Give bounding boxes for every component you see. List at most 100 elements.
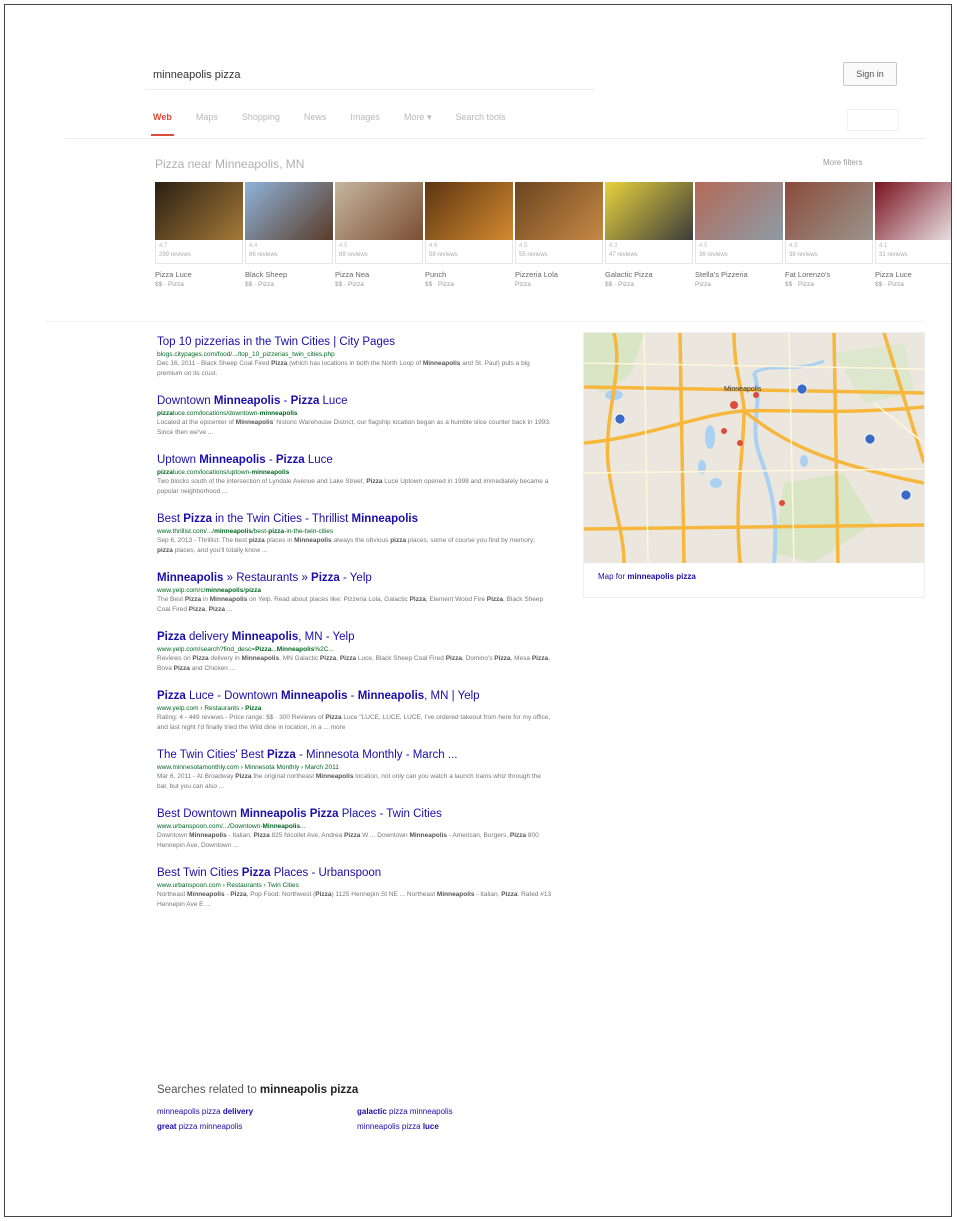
tab-web[interactable]: Web <box>151 112 174 136</box>
result-title-link[interactable]: Minneapolis » Restaurants » Pizza - Yelp <box>157 571 552 586</box>
search-input[interactable]: minneapolis pizza <box>153 69 240 81</box>
result-title-link[interactable]: Pizza delivery Minneapolis, MN - Yelp <box>157 630 552 645</box>
place-rating: 4.5 55 reviews <box>515 240 603 264</box>
place-card[interactable]: 4.4 86 reviews Black Sheep $$ · Pizza <box>245 182 333 288</box>
more-filters-link[interactable]: More filters <box>823 158 863 167</box>
settings-button[interactable] <box>847 109 899 131</box>
result-snippet: Downtown Minneapolis - Italian, Pizza 82… <box>157 832 539 849</box>
place-rating: 4.6 58 reviews <box>425 240 513 264</box>
result-url[interactable]: www.yelp.com/c/minneapolis/pizza <box>157 586 552 595</box>
tabs-divider <box>65 138 925 139</box>
place-card[interactable]: 4.5 55 reviews Pizzeria Lola Pizza <box>515 182 603 288</box>
place-review-count: 86 reviews <box>249 252 278 258</box>
place-category: $$ · Pizza <box>245 281 274 288</box>
related-searches-heading: Searches related to minneapolis pizza <box>157 1084 359 1096</box>
place-card[interactable]: 4.7 299 reviews Pizza Luce $$ · Pizza <box>155 182 243 288</box>
place-category: Pizza <box>515 281 531 288</box>
tab-images[interactable]: Images <box>350 112 380 123</box>
place-card[interactable]: 4.5 89 reviews Pizza Nea $$ · Pizza <box>335 182 423 288</box>
place-name[interactable]: Pizza Nea <box>335 270 423 279</box>
place-review-count: 299 reviews <box>159 252 192 258</box>
search-result: Downtown Minneapolis - Pizza Luce pizzalu… <box>157 394 552 438</box>
place-category: $$ · Pizza <box>335 281 364 288</box>
place-category: $$ · Pizza <box>785 281 814 288</box>
places-heading: Pizza near Minneapolis, MN <box>155 157 305 171</box>
result-url[interactable]: www.minnesotamonthly.com › Minnesota Mon… <box>157 763 552 772</box>
local-carousel: 4.7 299 reviews Pizza Luce $$ · Pizza 4.4 86 … <box>155 182 951 288</box>
result-snippet: Located at the epicenter of Minneapolis'… <box>157 419 551 436</box>
map-panel[interactable]: Minneapolis Map for minneapolis pizza <box>583 332 925 598</box>
search-box[interactable]: minneapolis pizza <box>145 63 595 90</box>
result-url[interactable]: pizzaluce.com/locations/uptown-minneapol… <box>157 468 552 477</box>
place-name[interactable]: Black Sheep <box>245 270 333 279</box>
place-card[interactable]: 4.1 31 reviews Pizza Luce $$ · Pizza <box>875 182 951 288</box>
place-rating-value: 4.6 <box>429 243 438 249</box>
place-photo[interactable] <box>695 182 783 240</box>
place-card[interactable]: 4.3 47 reviews Galactic Pizza $$ · Pizza <box>605 182 693 288</box>
place-name[interactable]: Punch <box>425 270 513 279</box>
result-snippet: Rating: 4 - 449 reviews - Price range: $… <box>157 714 551 731</box>
place-photo[interactable] <box>425 182 513 240</box>
search-result: Top 10 pizzerias in the Twin Cities | Ci… <box>157 335 552 379</box>
related-searches: minneapolis pizza delivery galactic pizza… <box>157 1107 557 1131</box>
result-url[interactable]: www.thrillist.com/.../minneapolis/best-p… <box>157 527 552 536</box>
tab-search-tools[interactable]: Search tools <box>455 112 505 123</box>
place-photo[interactable] <box>785 182 873 240</box>
related-search-link[interactable]: great pizza minneapolis <box>157 1122 357 1131</box>
place-photo[interactable] <box>245 182 333 240</box>
place-rating-value: 4.5 <box>699 243 708 249</box>
result-url[interactable]: pizzaluce.com/locations/downtown-minneap… <box>157 409 552 418</box>
result-title-link[interactable]: Best Pizza in the Twin Cities - Thrillis… <box>157 512 552 527</box>
place-name[interactable]: Pizzeria Lola <box>515 270 603 279</box>
result-title-link[interactable]: Uptown Minneapolis - Pizza Luce <box>157 453 552 468</box>
browser-frame: minneapolis pizza Sign in Web Maps Shopp… <box>4 4 952 1217</box>
place-review-count: 58 reviews <box>429 252 458 258</box>
map-image[interactable]: Minneapolis <box>584 333 924 563</box>
place-rating-value: 4.3 <box>609 243 618 249</box>
place-rating-value: 4.3 <box>789 243 798 249</box>
tab-shopping[interactable]: Shopping <box>242 112 280 123</box>
result-title-link[interactable]: Top 10 pizzerias in the Twin Cities | Ci… <box>157 335 552 350</box>
place-card[interactable]: 4.6 58 reviews Punch $$ · Pizza <box>425 182 513 288</box>
tab-more[interactable]: More ▾ <box>404 112 432 123</box>
result-title-link[interactable]: Pizza Luce - Downtown Minneapolis - Minn… <box>157 689 552 704</box>
result-url[interactable]: www.yelp.com › Restaurants › Pizza <box>157 704 552 713</box>
related-search-link[interactable]: galactic pizza minneapolis <box>357 1107 557 1116</box>
place-name[interactable]: Pizza Luce <box>875 270 951 279</box>
result-snippet: The Best Pizza in Minneapolis on Yelp. R… <box>157 596 544 613</box>
map-caption-link[interactable]: Map for minneapolis pizza <box>584 563 924 590</box>
result-url[interactable]: www.urbanspoon.com/.../Downtown-Minneapo… <box>157 822 552 831</box>
place-photo[interactable] <box>605 182 693 240</box>
result-url[interactable]: www.yelp.com/search?find_desc=Pizza...Mi… <box>157 645 552 654</box>
place-rating: 4.5 89 reviews <box>335 240 423 264</box>
result-url[interactable]: blogs.citypages.com/food/.../top_10_pizz… <box>157 350 552 359</box>
result-title-link[interactable]: The Twin Cities' Best Pizza - Minnesota … <box>157 748 552 763</box>
tab-maps[interactable]: Maps <box>196 112 218 123</box>
place-photo[interactable] <box>875 182 951 240</box>
place-rating-value: 4.5 <box>339 243 348 249</box>
place-photo[interactable] <box>155 182 243 240</box>
sign-in-button[interactable]: Sign in <box>843 62 897 86</box>
place-name[interactable]: Galactic Pizza <box>605 270 693 279</box>
place-review-count: 55 reviews <box>519 252 548 258</box>
result-title-link[interactable]: Best Downtown Minneapolis Pizza Places -… <box>157 807 552 822</box>
result-title-link[interactable]: Best Twin Cities Pizza Places - Urbanspo… <box>157 866 552 881</box>
related-search-link[interactable]: minneapolis pizza luce <box>357 1122 557 1131</box>
place-card[interactable]: 4.5 36 reviews Stella's Pizzeria Pizza <box>695 182 783 288</box>
place-rating: 4.4 86 reviews <box>245 240 333 264</box>
place-rating-value: 4.5 <box>519 243 528 249</box>
place-photo[interactable] <box>335 182 423 240</box>
result-title-link[interactable]: Downtown Minneapolis - Pizza Luce <box>157 394 552 409</box>
search-result: The Twin Cities' Best Pizza - Minnesota … <box>157 748 552 792</box>
result-url[interactable]: www.urbanspoon.com › Restaurants › Twin … <box>157 881 552 890</box>
place-name[interactable]: Pizza Luce <box>155 270 243 279</box>
place-rating: 4.7 299 reviews <box>155 240 243 264</box>
result-snippet: Two blocks south of the intersection of … <box>157 478 549 495</box>
place-name[interactable]: Stella's Pizzeria <box>695 270 783 279</box>
place-card[interactable]: 4.3 38 reviews Fat Lorenzo's $$ · Pizza <box>785 182 873 288</box>
related-search-link[interactable]: minneapolis pizza delivery <box>157 1107 357 1116</box>
place-photo[interactable] <box>515 182 603 240</box>
place-name[interactable]: Fat Lorenzo's <box>785 270 873 279</box>
search-result: Best Downtown Minneapolis Pizza Places -… <box>157 807 552 851</box>
tab-news[interactable]: News <box>304 112 327 123</box>
